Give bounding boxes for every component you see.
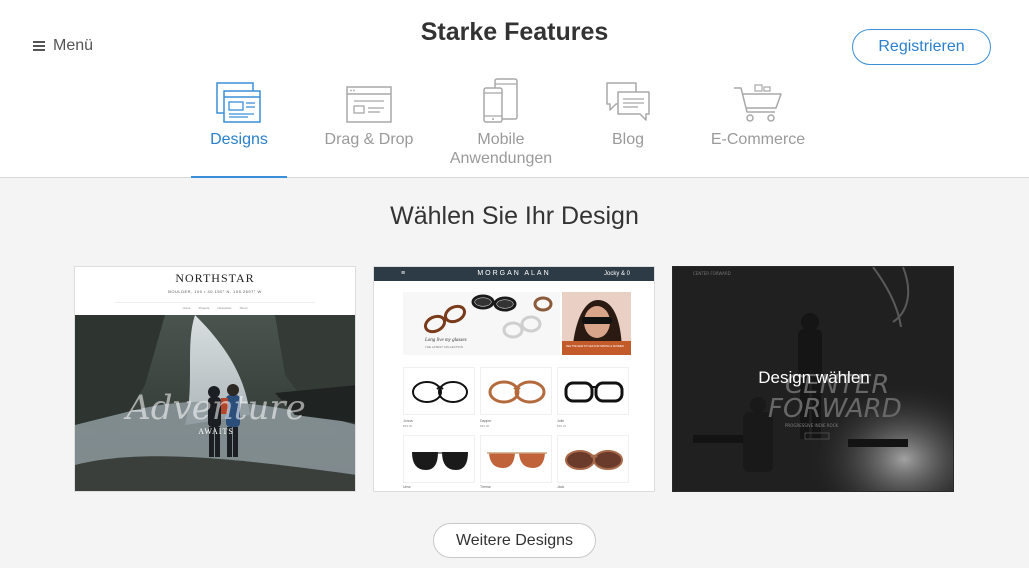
morgan-alan-bar-right: Jocky & 0 [603, 271, 630, 277]
hamburger-icon: ≡ [401, 270, 406, 277]
glasses-icon [564, 381, 624, 403]
product-card[interactable] [557, 367, 629, 415]
template-card-center-forward[interactable]: CENTER FORWARD CENTER FORWARD PROGRESSIV… [672, 266, 954, 492]
header: Menü Starke Features Registrieren Design… [0, 0, 1029, 178]
tab-e-commerce[interactable]: E-Commerce [707, 72, 809, 178]
morgan-alan-side-banner: SEE THE NEW STYLES FOR SPRING & SUMMER [562, 292, 631, 355]
mobile-icon [446, 72, 556, 124]
northstar-nav-item: Newsletter [217, 306, 232, 310]
product-card[interactable] [403, 435, 475, 483]
tab-drag-drop-label: Drag & Drop [324, 131, 414, 148]
product-label: Timma [480, 485, 491, 489]
morgan-alan-topbar: ≡ MORGAN ALAN Jocky & 0 [374, 267, 654, 281]
product-card[interactable] [557, 435, 629, 483]
morgan-alan-hero-subcaption: THE LATEST COLLECTION [425, 345, 463, 349]
choose-design-label[interactable]: Design wählen [673, 368, 953, 388]
tab-blog[interactable]: Blog [598, 72, 658, 178]
register-button[interactable]: Registrieren [852, 29, 991, 65]
blog-icon [598, 72, 658, 124]
tab-mobile[interactable]: Mobile Anwendungen [446, 72, 556, 178]
section-title: Wählen Sie Ihr Design [390, 202, 639, 230]
tab-designs-label: Designs [210, 131, 268, 148]
northstar-hero-sub: AWAITS [198, 427, 234, 436]
product-label: Jolie $99.00 [557, 419, 567, 428]
product-card[interactable] [480, 435, 552, 483]
template-card-morgan-alan[interactable]: ≡ MORGAN ALAN Jocky & 0 Long live my gla… [373, 266, 655, 492]
tab-mobile-label-line1: Mobile [477, 131, 525, 148]
tab-mobile-label-line2: Anwendungen [449, 150, 553, 167]
glasses-icon [412, 381, 468, 403]
product-card[interactable] [480, 367, 552, 415]
product-card[interactable] [403, 367, 475, 415]
sunglasses-icon [565, 450, 623, 470]
more-designs-button[interactable]: Weitere Designs [433, 523, 596, 558]
sunglasses-icon [412, 452, 468, 470]
cart-icon [707, 72, 809, 124]
glasses-icon [488, 380, 546, 404]
tab-e-commerce-label: E-Commerce [710, 131, 806, 148]
product-label: Dapper $99.00 [480, 419, 492, 428]
tab-blog-label: Blog [611, 131, 645, 148]
product-label: Jack [557, 485, 565, 489]
northstar-nav-item: Home [182, 306, 191, 310]
morgan-alan-side-caption: SEE THE NEW STYLES FOR SPRING & SUMMER [566, 345, 624, 348]
northstar-hero-image: Adventure AWAITS [75, 315, 355, 491]
tab-drag-drop[interactable]: Drag & Drop [320, 72, 418, 178]
product-label: Jonna $99.00 [403, 419, 413, 428]
northstar-name: NORTHSTAR [175, 271, 255, 285]
product-label: Uma [403, 485, 411, 489]
northstar-address: BOULDER, 100 • 40.150° N, 105.2697° W [168, 289, 262, 294]
tab-designs[interactable]: Designs [191, 72, 287, 178]
designs-icon [191, 72, 287, 124]
sunglasses-icon [487, 452, 547, 468]
northstar-header: NORTHSTAR BOULDER, 100 • 40.150° N, 105.… [75, 267, 355, 315]
northstar-hero-script: Adventure [123, 388, 305, 428]
morgan-alan-name: MORGAN ALAN [477, 270, 551, 277]
morgan-alan-hero: Long live my glasses THE LATEST COLLECTI… [403, 292, 560, 355]
northstar-nav-item: About [239, 306, 248, 310]
drag-drop-icon [320, 72, 418, 124]
northstar-nav: Home Projects Newsletter About [115, 302, 315, 310]
feature-tabs: Designs Drag & Drop Mobile Anwendungen B… [0, 72, 1029, 178]
template-card-northstar[interactable]: NORTHSTAR BOULDER, 100 • 40.150° N, 105.… [74, 266, 356, 492]
morgan-alan-hero-caption: Long live my glasses [425, 338, 467, 343]
northstar-nav-item: Projects [198, 306, 210, 310]
